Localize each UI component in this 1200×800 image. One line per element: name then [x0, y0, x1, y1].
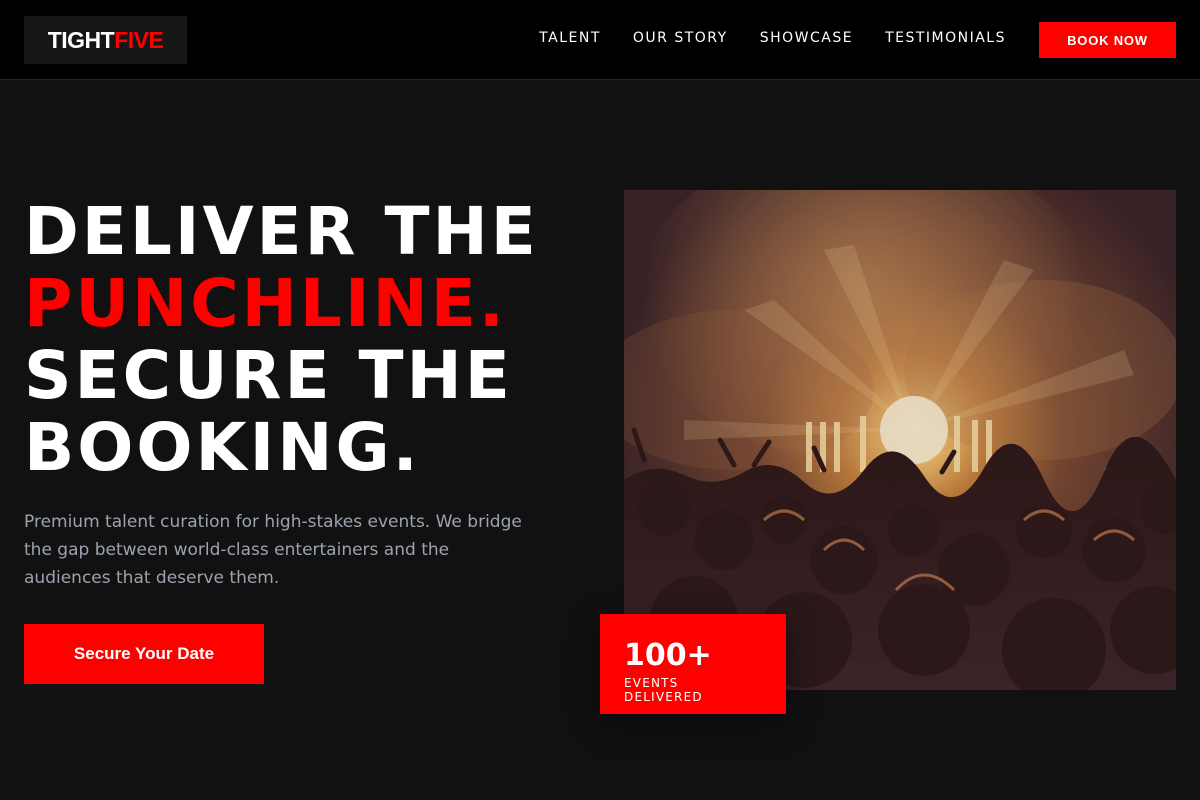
secure-your-date-button[interactable]: Secure Your Date: [24, 624, 264, 684]
hero-description: Premium talent curation for high-stakes …: [24, 512, 522, 588]
stat-label: EVENTS DELIVERED: [624, 676, 703, 704]
site-header: TIGHT FIVE TALENT OUR STORY SHOWCASE TEST…: [0, 0, 1200, 80]
brand-logo[interactable]: TIGHT FIVE: [24, 16, 187, 64]
book-now-button[interactable]: BOOK NOW: [1039, 22, 1176, 58]
nav-link-our-story[interactable]: OUR STORY: [633, 30, 728, 46]
nav-link-talent[interactable]: TALENT: [539, 30, 601, 46]
nav-link-showcase[interactable]: SHOWCASE: [760, 30, 853, 46]
logo-text-primary: TIGHT: [47, 26, 115, 53]
hero-headline: DELIVER THE PUNCHLINE. SECURE THE BOOKIN…: [24, 196, 539, 484]
events-delivered-stat: 100+ EVENTS DELIVERED: [600, 614, 786, 714]
headline-line-2-accent: PUNCHLINE.: [24, 265, 507, 342]
headline-line-1: DELIVER THE: [24, 193, 539, 270]
headline-line-3: SECURE THE: [24, 337, 513, 414]
logo-text-accent: FIVE: [114, 26, 164, 53]
nav-link-testimonials[interactable]: TESTIMONIALS: [885, 30, 1006, 46]
stat-value: 100+: [624, 638, 712, 673]
headline-line-4: BOOKING.: [24, 409, 421, 486]
